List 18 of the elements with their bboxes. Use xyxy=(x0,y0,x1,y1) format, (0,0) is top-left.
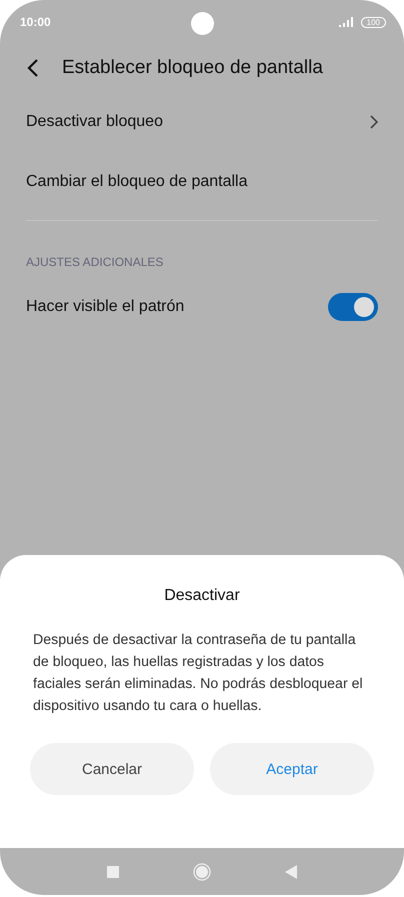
camera-hole xyxy=(191,12,214,35)
status-time: 10:00 xyxy=(20,15,51,29)
home-icon[interactable] xyxy=(193,862,211,880)
dialog-message: Después de desactivar la contraseña de tu pantalla de bloqueo, las huellas registradas y los datos faciales serán eliminadas. No podrás desbloquear el dispositivo usando tu cara o huellas. xyxy=(33,631,364,716)
settings-item[interactable]: Cambiar el bloqueo de pantalla xyxy=(0,152,404,212)
settings-item[interactable]: Desactivar bloqueo xyxy=(0,92,404,152)
cancel-button[interactable]: Cancelar xyxy=(30,743,194,795)
signal-icon xyxy=(338,17,355,27)
chevron-icon xyxy=(370,115,378,129)
section-header: AJUSTES ADICIONALES xyxy=(25,254,164,269)
back-nav-icon[interactable] xyxy=(285,864,297,878)
page-title: Establecer bloqueo de pantalla xyxy=(62,57,323,79)
back-icon[interactable] xyxy=(26,58,40,78)
recents-icon[interactable] xyxy=(107,866,119,878)
setting-label: Hacer visible el patrón xyxy=(26,298,184,316)
battery-indicator: 100 xyxy=(360,16,386,28)
dialog-title: Desactivar xyxy=(163,587,241,605)
toggle-switch[interactable] xyxy=(328,293,378,321)
